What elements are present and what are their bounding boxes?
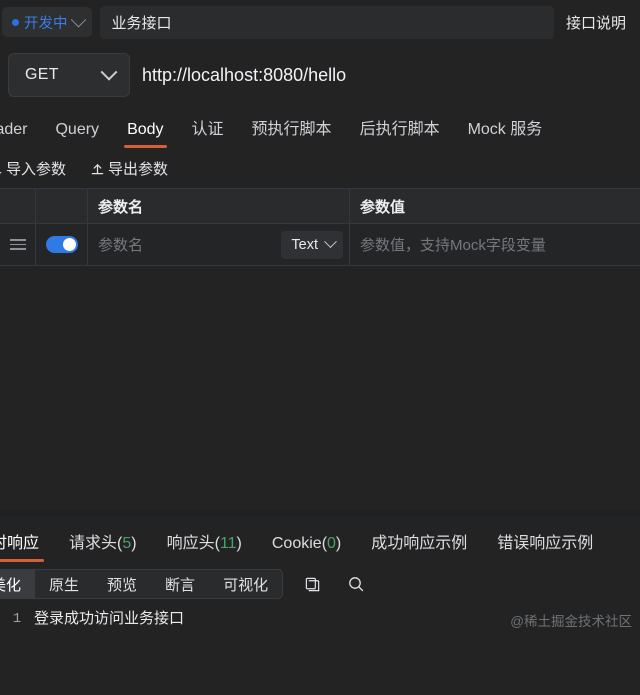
response-tab-request-headers[interactable]: 请求头(5) xyxy=(68,529,138,562)
line-number: 1 xyxy=(12,611,22,627)
api-status-dropdown[interactable]: 开发中 xyxy=(2,7,92,37)
import-params-button[interactable]: 导入参数 xyxy=(0,158,66,179)
tab-body[interactable]: Body xyxy=(124,121,168,148)
params-table: 参数名 参数值 参数名 Text 参数值，支持Mock字段变量 xyxy=(0,188,640,266)
param-io-toolbar: 导入参数 导出参数 xyxy=(0,148,640,188)
table-row: 参数名 Text 参数值，支持Mock字段变量 xyxy=(0,224,640,266)
param-value-input-placeholder: 参数值，支持Mock字段变量 xyxy=(360,237,546,254)
header-toggle-cell xyxy=(36,189,88,223)
tab-header[interactable]: Header xyxy=(0,121,28,148)
drag-handle-icon xyxy=(9,239,26,250)
tab-pre-script[interactable]: 预执行脚本 xyxy=(251,115,333,148)
chevron-down-icon xyxy=(324,235,337,249)
export-params-label: 导出参数 xyxy=(108,160,169,178)
download-icon xyxy=(0,171,2,173)
view-mode-assert[interactable]: 断言 xyxy=(151,570,209,598)
api-name-value: 业务接口 xyxy=(111,14,172,32)
response-tabs: 实时响应 请求头(5) 响应头(11) Cookie(0) 成功响应示例 错误响… xyxy=(0,516,640,562)
export-params-button[interactable]: 导出参数 xyxy=(90,158,168,179)
api-status-label: 开发中 xyxy=(24,15,68,32)
copy-button[interactable] xyxy=(297,569,327,599)
api-doc-button[interactable]: 接口说明 xyxy=(560,12,632,33)
param-type-select[interactable]: Text xyxy=(281,230,343,259)
import-params-label: 导入参数 xyxy=(6,160,67,178)
tab-mock-service[interactable]: Mock 服务 xyxy=(467,115,544,148)
api-name-field[interactable]: 业务接口 xyxy=(99,5,554,39)
row-param-value-cell[interactable]: 参数值，支持Mock字段变量 xyxy=(350,224,640,265)
response-body[interactable]: @稀土掘金技术社区 1 登录成功访问业务接口 xyxy=(0,606,640,666)
tab-auth[interactable]: 认证 xyxy=(191,115,225,148)
chevron-down-icon xyxy=(100,63,118,81)
header-param-name: 参数名 xyxy=(88,189,350,223)
row-enable-toggle[interactable] xyxy=(45,236,78,253)
view-mode-visualize[interactable]: 可视化 xyxy=(209,570,282,598)
url-input[interactable]: http://localhost:8080/hello xyxy=(142,65,640,86)
header-handle-cell xyxy=(0,189,36,223)
upload-icon xyxy=(91,163,104,174)
param-type-value: Text xyxy=(291,236,318,253)
top-bar: 开发中 业务接口 接口说明 xyxy=(0,0,640,44)
body-empty-area xyxy=(0,266,640,510)
row-drag-handle[interactable] xyxy=(0,224,36,265)
search-button[interactable] xyxy=(341,569,371,599)
chevron-down-icon xyxy=(70,11,86,27)
row-param-name-cell[interactable]: 参数名 Text xyxy=(88,224,350,265)
view-mode-raw[interactable]: 原生 xyxy=(35,570,93,598)
watermark: @稀土掘金技术社区 xyxy=(510,614,632,629)
response-tab-realtime[interactable]: 实时响应 xyxy=(0,529,45,562)
search-icon xyxy=(349,577,364,592)
response-tab-cookie[interactable]: Cookie(0) xyxy=(271,535,342,562)
view-mode-preview[interactable]: 预览 xyxy=(93,570,151,598)
response-view-toolbar: 美化 原生 预览 断言 可视化 xyxy=(0,562,640,606)
url-bar: GET http://localhost:8080/hello xyxy=(0,44,640,106)
param-name-input-placeholder: 参数名 xyxy=(98,237,144,254)
line-text: 登录成功访问业务接口 xyxy=(34,610,185,627)
request-tabs: Header Query Body 认证 预执行脚本 后执行脚本 Mock 服务 xyxy=(0,106,640,148)
response-tab-response-headers[interactable]: 响应头(11) xyxy=(166,529,243,562)
response-view-mode-group: 美化 原生 预览 断言 可视化 xyxy=(0,569,284,599)
tab-post-script[interactable]: 后执行脚本 xyxy=(359,115,441,148)
http-method-select[interactable]: GET xyxy=(8,53,130,97)
response-tab-success-example[interactable]: 成功响应示例 xyxy=(370,529,468,562)
response-tab-error-example[interactable]: 错误响应示例 xyxy=(496,529,594,562)
row-enable-toggle-cell xyxy=(36,224,88,265)
status-dot-icon xyxy=(12,18,19,26)
header-param-value: 参数值 xyxy=(360,198,406,216)
tab-query[interactable]: Query xyxy=(54,121,100,148)
http-method-value: GET xyxy=(25,66,59,83)
params-table-header: 参数名 参数值 xyxy=(0,188,640,224)
copy-icon xyxy=(305,577,319,591)
view-mode-pretty[interactable]: 美化 xyxy=(0,570,36,598)
